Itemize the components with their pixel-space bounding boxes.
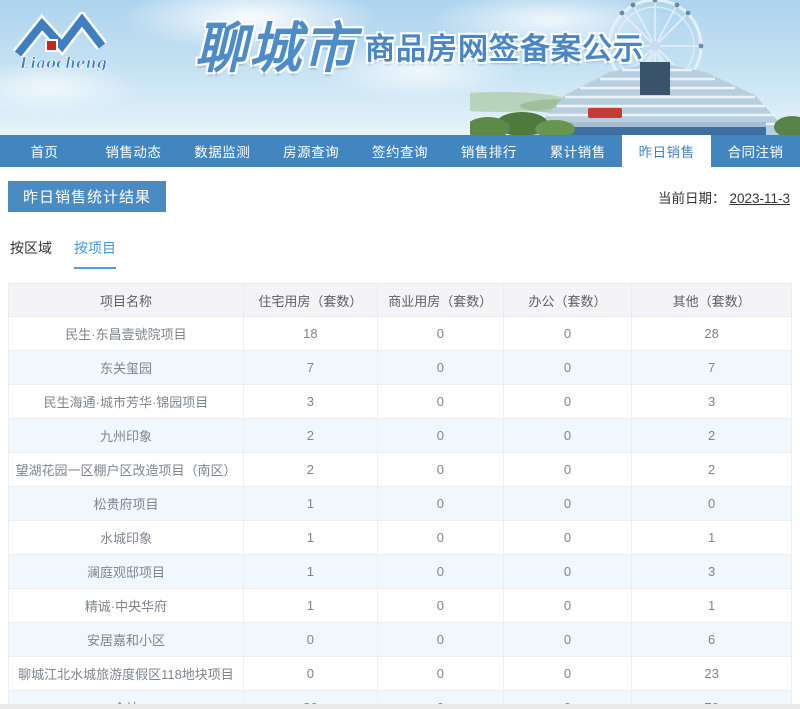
nav-item-4[interactable]: 签约查询 bbox=[356, 135, 445, 167]
table-row: 精诚·中央华府 1 0 0 1 bbox=[8, 588, 792, 623]
cell-other: 6 bbox=[631, 622, 792, 657]
main-content: 昨日销售统计结果 当前日期： 2023-11-3 按区域 按项目 项目名称 住宅用房… bbox=[0, 167, 800, 709]
page: Liaocheng 聊城市 商品房网签备案公示 首页 销售动态 数据监测 房源查询 签约… bbox=[0, 0, 800, 709]
cell-residential: 3 bbox=[242, 384, 378, 419]
cell-other: 3 bbox=[631, 554, 792, 589]
cell-other: 7 bbox=[631, 350, 792, 385]
liaocheng-m-logo-icon: Liaocheng bbox=[12, 12, 107, 72]
nav-item-7[interactable]: 昨日销售 bbox=[622, 135, 712, 167]
cell-commercial: 0 bbox=[376, 452, 504, 487]
cell-office: 0 bbox=[502, 418, 633, 453]
cell-residential: 2 bbox=[242, 452, 378, 487]
cell-other: 23 bbox=[631, 656, 792, 691]
cell-name: 精诚·中央华府 bbox=[8, 588, 244, 623]
cell-commercial: 0 bbox=[376, 316, 504, 351]
cell-commercial: 0 bbox=[376, 350, 504, 385]
cell-office: 0 bbox=[502, 588, 633, 623]
cell-other: 0 bbox=[631, 486, 792, 521]
column-header-other: 其他（套数） bbox=[631, 283, 792, 317]
cell-office: 0 bbox=[502, 622, 633, 657]
cell-other: 28 bbox=[631, 316, 792, 351]
cell-commercial: 0 bbox=[376, 622, 504, 657]
table-row: 望湖花园一区棚户区改造项目（南区） 2 0 0 2 bbox=[8, 452, 792, 487]
main-navbar: 首页 销售动态 数据监测 房源查询 签约查询 销售排行 累计销售 昨日销售 合同注销 bbox=[0, 135, 800, 167]
table-row: 民生·东昌壹號院项目 18 0 0 28 bbox=[8, 316, 792, 351]
cell-residential: 1 bbox=[242, 486, 378, 521]
cell-residential: 7 bbox=[242, 350, 378, 385]
cell-other: 3 bbox=[631, 384, 792, 419]
sales-stats-table: 项目名称 住宅用房（套数） 商业用房（套数） 办公（套数） 其他（套数） 民生·… bbox=[8, 283, 792, 709]
table-row: 水城印象 1 0 0 1 bbox=[8, 520, 792, 555]
cell-name: 松贵府项目 bbox=[8, 486, 244, 521]
cell-other: 1 bbox=[631, 588, 792, 623]
cell-residential: 1 bbox=[242, 520, 378, 555]
cell-commercial: 0 bbox=[376, 588, 504, 623]
table-row: 民生海通·城市芳华·锦园项目 3 0 0 3 bbox=[8, 384, 792, 419]
site-header: Liaocheng 聊城市 商品房网签备案公示 bbox=[0, 0, 800, 135]
cell-office: 0 bbox=[502, 452, 633, 487]
cell-name: 水城印象 bbox=[8, 520, 244, 555]
cell-commercial: 0 bbox=[376, 656, 504, 691]
tab-1[interactable]: 按项目 bbox=[74, 238, 116, 269]
cell-commercial: 0 bbox=[376, 418, 504, 453]
cell-office: 0 bbox=[502, 486, 633, 521]
nav-item-2[interactable]: 数据监测 bbox=[178, 135, 267, 167]
cell-office: 0 bbox=[502, 350, 633, 385]
cell-other: 1 bbox=[631, 520, 792, 555]
nav-item-0[interactable]: 首页 bbox=[0, 135, 89, 167]
table-header-row: 项目名称 住宅用房（套数） 商业用房（套数） 办公（套数） 其他（套数） bbox=[8, 283, 792, 317]
current-date-label: 当前日期： bbox=[657, 191, 726, 206]
nav-item-8[interactable]: 合同注销 bbox=[711, 135, 800, 167]
cell-name: 望湖花园一区棚户区改造项目（南区） bbox=[8, 452, 244, 487]
cell-name: 安居嘉和小区 bbox=[8, 622, 244, 657]
table-row: 松贵府项目 1 0 0 0 bbox=[8, 486, 792, 521]
nav-item-3[interactable]: 房源查询 bbox=[267, 135, 356, 167]
site-name-calligraphy: 聊城市 bbox=[195, 16, 358, 81]
section-title-badge: 昨日销售统计结果 bbox=[8, 181, 167, 212]
site-title: 商品房网签备案公示 bbox=[365, 33, 644, 66]
cell-name: 民生·东昌壹號院项目 bbox=[8, 316, 244, 351]
cell-commercial: 0 bbox=[376, 486, 504, 521]
cell-residential: 18 bbox=[242, 316, 378, 351]
cell-name: 澜庭观邸项目 bbox=[8, 554, 244, 589]
column-header-office: 办公（套数） bbox=[502, 283, 633, 317]
cell-residential: 2 bbox=[242, 418, 378, 453]
cell-residential: 0 bbox=[242, 622, 378, 657]
cell-residential: 1 bbox=[242, 554, 378, 589]
table-row: 澜庭观邸项目 1 0 0 3 bbox=[8, 554, 792, 589]
logo-script-text: Liaocheng bbox=[19, 54, 107, 72]
cell-office: 0 bbox=[502, 656, 633, 691]
nav-item-5[interactable]: 销售排行 bbox=[444, 135, 533, 167]
column-header-commercial: 商业用房（套数） bbox=[376, 283, 504, 317]
cell-office: 0 bbox=[502, 384, 633, 419]
cell-office: 0 bbox=[502, 520, 633, 555]
cell-other: 2 bbox=[631, 452, 792, 487]
table-row: 安居嘉和小区 0 0 0 6 bbox=[8, 622, 792, 657]
column-header-residential: 住宅用房（套数） bbox=[242, 283, 378, 317]
cell-residential: 1 bbox=[242, 588, 378, 623]
cell-name: 东关玺园 bbox=[8, 350, 244, 385]
nav-item-6[interactable]: 累计销售 bbox=[533, 135, 622, 167]
nav-item-1[interactable]: 销售动态 bbox=[89, 135, 178, 167]
table-row: 九州印象 2 0 0 2 bbox=[8, 418, 792, 453]
page-bottom-strip bbox=[0, 704, 800, 709]
cell-commercial: 0 bbox=[376, 384, 504, 419]
table-row: 聊城江北水城旅游度假区118地块项目 0 0 0 23 bbox=[8, 656, 792, 691]
column-header-project-name: 项目名称 bbox=[8, 283, 244, 317]
cell-name: 九州印象 bbox=[8, 418, 244, 453]
view-tabs: 按区域 按项目 bbox=[8, 238, 792, 269]
cell-residential: 0 bbox=[242, 656, 378, 691]
cell-name: 聊城江北水城旅游度假区118地块项目 bbox=[8, 656, 244, 691]
current-date-value[interactable]: 2023-11-3 bbox=[729, 191, 790, 206]
cell-office: 0 bbox=[502, 316, 633, 351]
cell-office: 0 bbox=[502, 554, 633, 589]
table-row: 东关玺园 7 0 0 7 bbox=[8, 350, 792, 385]
current-date: 当前日期： 2023-11-3 bbox=[658, 187, 790, 207]
tab-0[interactable]: 按区域 bbox=[10, 238, 52, 269]
cell-name: 民生海通·城市芳华·锦园项目 bbox=[8, 384, 244, 419]
cell-commercial: 0 bbox=[376, 554, 504, 589]
cell-other: 2 bbox=[631, 418, 792, 453]
cell-commercial: 0 bbox=[376, 520, 504, 555]
